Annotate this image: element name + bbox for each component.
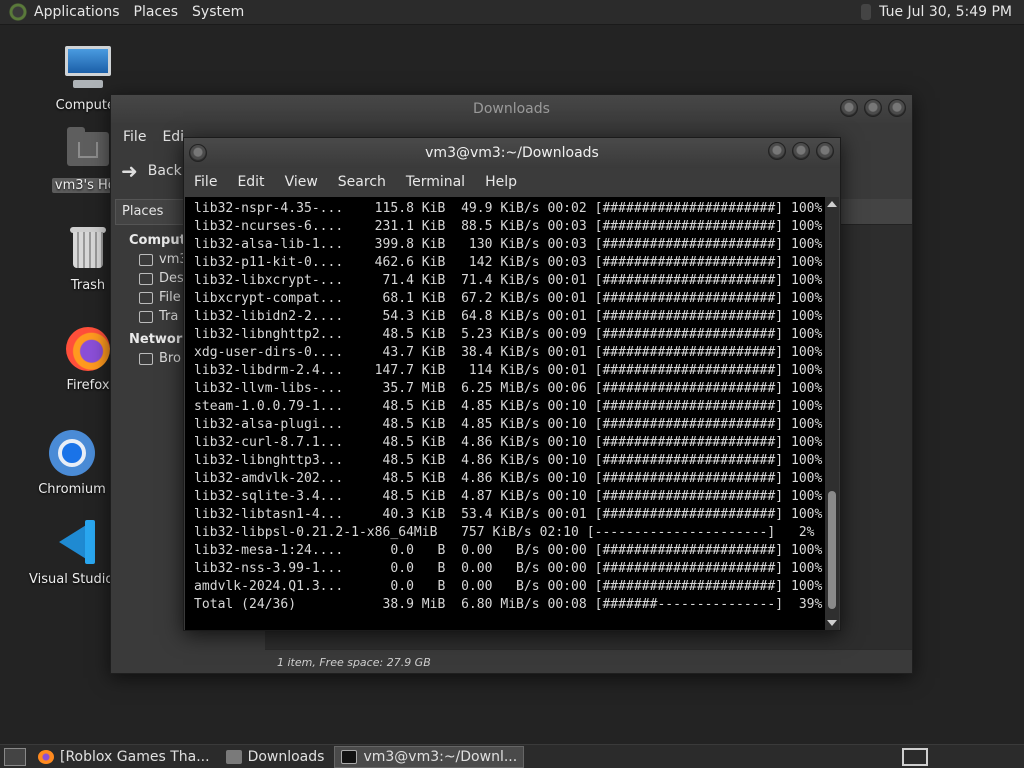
window-title: vm3@vm3:~/Downloads	[425, 145, 599, 161]
maximize-button[interactable]	[864, 99, 882, 117]
terminal-line: lib32-libpsl-0.21.2-1-x86_64MiB 757 KiB/…	[194, 525, 815, 540]
minimize-button[interactable]	[840, 99, 858, 117]
chromium-icon	[47, 428, 97, 478]
menu-view[interactable]: View	[285, 174, 318, 190]
menu-places[interactable]: Places	[134, 4, 179, 20]
taskbar-item-label: Downloads	[247, 748, 325, 765]
terminal-menubar: File Edit View Search Terminal Help	[184, 168, 840, 196]
desktop-icon	[139, 272, 153, 285]
status-bar: 1 item, Free space: 27.9 GB	[265, 649, 912, 673]
window-menu-button[interactable]	[189, 144, 207, 162]
sidebar-item-label: File	[159, 290, 181, 305]
scrollbar-thumb[interactable]	[828, 491, 836, 609]
minimize-button[interactable]	[768, 142, 786, 160]
back-button[interactable]: Back	[148, 163, 182, 179]
terminal-line: lib32-nspr-4.35-... 115.8 KiB 49.9 KiB/s…	[194, 201, 823, 216]
taskbar-item-downloads[interactable]: Downloads	[220, 746, 331, 768]
terminal-scrollbar[interactable]	[825, 197, 839, 630]
taskbar-item-firefox[interactable]: [Roblox Games Tha...	[32, 746, 216, 768]
terminal-output[interactable]: lib32-nspr-4.35-... 115.8 KiB 49.9 KiB/s…	[185, 197, 825, 630]
menu-applications[interactable]: Applications	[34, 4, 120, 20]
folder-icon	[225, 749, 242, 764]
show-desktop-icon[interactable]	[4, 747, 26, 766]
menu-edit[interactable]: Edit	[237, 174, 264, 190]
menu-search[interactable]: Search	[338, 174, 386, 190]
menu-terminal[interactable]: Terminal	[406, 174, 465, 190]
distro-logo-icon[interactable]	[8, 2, 28, 22]
terminal-line: lib32-mesa-1:24.... 0.0 B 0.00 B/s 00:00…	[194, 543, 823, 558]
menu-help[interactable]: Help	[485, 174, 517, 190]
terminal-line: steam-1.0.0.79-1... 48.5 KiB 4.85 KiB/s …	[194, 399, 823, 414]
bottom-taskbar: [Roblox Games Tha... Downloads vm3@vm3:~…	[0, 744, 1024, 768]
terminal-line: lib32-ncurses-6.... 231.1 KiB 88.5 KiB/s…	[194, 219, 823, 234]
drive-icon	[139, 291, 153, 304]
desktop-icon-chromium[interactable]: Chromium	[26, 428, 118, 497]
firefox-icon	[38, 749, 54, 764]
terminal-window: vm3@vm3:~/Downloads File Edit View Searc…	[183, 137, 841, 631]
computer-icon	[63, 44, 113, 94]
notification-indicator-icon[interactable]	[861, 4, 872, 20]
terminal-line: Total (24/36) 38.9 MiB 6.80 MiB/s 00:08 …	[194, 597, 823, 612]
terminal-line: libxcrypt-compat... 68.1 KiB 67.2 KiB/s …	[194, 291, 823, 306]
home-icon	[139, 253, 153, 266]
maximize-button[interactable]	[792, 142, 810, 160]
trash-icon	[139, 310, 153, 323]
terminal-line: lib32-amdvlk-202... 48.5 KiB 4.86 KiB/s …	[194, 471, 823, 486]
terminal-line: lib32-libnghttp3... 48.5 KiB 4.86 KiB/s …	[194, 453, 823, 468]
menu-system[interactable]: System	[192, 4, 244, 20]
terminal-line: amdvlk-2024.Q1.3... 0.0 B 0.00 B/s 00:00…	[194, 579, 823, 594]
scroll-down-icon[interactable]	[827, 620, 837, 626]
scroll-up-icon[interactable]	[827, 201, 837, 207]
file-manager-titlebar[interactable]: Downloads	[111, 95, 912, 123]
terminal-line: lib32-libtasn1-4... 40.3 KiB 53.4 KiB/s …	[194, 507, 823, 522]
back-arrow-icon[interactable]: ➜	[121, 159, 138, 183]
close-button[interactable]	[888, 99, 906, 117]
terminal-titlebar[interactable]: vm3@vm3:~/Downloads	[184, 138, 840, 168]
terminal-line: lib32-alsa-lib-1... 399.8 KiB 130 KiB/s …	[194, 237, 823, 252]
terminal-line: lib32-libidn2-2.... 54.3 KiB 64.8 KiB/s …	[194, 309, 823, 324]
clock[interactable]: Tue Jul 30, 5:49 PM	[879, 4, 1012, 20]
sidebar-item-label: Tra	[159, 309, 179, 324]
terminal-line: lib32-p11-kit-0.... 462.6 KiB 142 KiB/s …	[194, 255, 823, 270]
desktop-icon-label: Chromium	[38, 482, 106, 497]
sidebar-item-label: Bro	[159, 351, 181, 366]
top-panel: Applications Places System Tue Jul 30, 5…	[0, 0, 1024, 25]
terminal-line: lib32-llvm-libs-... 35.7 MiB 6.25 MiB/s …	[194, 381, 823, 396]
terminal-line: lib32-libxcrypt-... 71.4 KiB 71.4 KiB/s …	[194, 273, 823, 288]
terminal-line: lib32-nss-3.99-1... 0.0 B 0.00 B/s 00:00…	[194, 561, 823, 576]
sidebar-item-label: Des	[159, 271, 184, 286]
menu-edit[interactable]: Edi	[162, 129, 184, 145]
terminal-line: lib32-libdrm-2.4... 147.7 KiB 114 KiB/s …	[194, 363, 823, 378]
terminal-icon	[341, 749, 358, 764]
trash-icon	[63, 224, 113, 274]
taskbar-item-label: vm3@vm3:~/Downl...	[363, 748, 518, 765]
menu-file[interactable]: File	[123, 129, 146, 145]
menu-file[interactable]: File	[194, 174, 217, 190]
vscode-icon	[51, 518, 101, 568]
taskbar-item-terminal[interactable]: vm3@vm3:~/Downl...	[334, 745, 525, 768]
home-folder-icon	[63, 124, 113, 174]
firefox-icon	[63, 324, 113, 374]
terminal-line: lib32-sqlite-3.4... 48.5 KiB 4.87 KiB/s …	[194, 489, 823, 504]
terminal-line: xdg-user-dirs-0.... 43.7 KiB 38.4 KiB/s …	[194, 345, 823, 360]
desktop-icon-label: Trash	[70, 278, 106, 293]
terminal-line: lib32-libnghttp2... 48.5 KiB 5.23 KiB/s …	[194, 327, 823, 342]
network-icon	[139, 352, 153, 365]
workspace-switcher[interactable]	[902, 747, 928, 766]
terminal-line: lib32-alsa-plugi... 48.5 KiB 4.85 KiB/s …	[194, 417, 823, 432]
close-button[interactable]	[816, 142, 834, 160]
clock-area: Tue Jul 30, 5:49 PM	[861, 4, 1024, 20]
desktop-icon-label: Firefox	[66, 378, 110, 393]
terminal-line: lib32-curl-8.7.1... 48.5 KiB 4.86 KiB/s …	[194, 435, 823, 450]
top-menu: Applications Places System	[34, 0, 258, 24]
window-title: Downloads	[473, 101, 550, 117]
taskbar-item-label: [Roblox Games Tha...	[60, 748, 210, 765]
